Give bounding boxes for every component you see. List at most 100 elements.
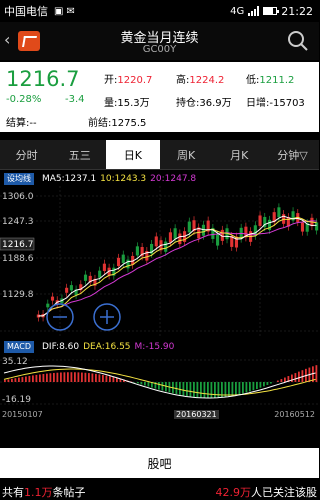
last-price: 1216.7 bbox=[6, 67, 80, 91]
macd-bar bbox=[189, 382, 192, 397]
macd-button[interactable]: MACD bbox=[4, 341, 34, 353]
macd-bar bbox=[186, 382, 188, 397]
candle-body bbox=[216, 234, 220, 246]
macd-bar bbox=[35, 374, 38, 382]
title-bar: ‹ 黄金当月连续 GC00Y bbox=[0, 22, 319, 60]
candle-body bbox=[277, 207, 281, 218]
prev-settlement-item: 前结:1275.5 bbox=[88, 118, 147, 129]
follower-count: 42.9万人已关注该股 bbox=[215, 486, 318, 499]
macd-bar bbox=[284, 377, 286, 382]
macd-bar bbox=[25, 376, 27, 382]
message-icon: ✉ bbox=[66, 5, 75, 17]
macd-bar bbox=[235, 382, 237, 396]
tab-minute[interactable]: 分钟▽ bbox=[266, 140, 319, 169]
macd-bar bbox=[210, 382, 213, 399]
candle-body bbox=[135, 246, 139, 256]
forum-button[interactable]: 股吧 bbox=[0, 448, 319, 478]
macd-chart[interactable]: 35.12 -16.19 bbox=[0, 354, 319, 412]
search-icon[interactable] bbox=[287, 30, 309, 52]
quote-panel: 1216.7 -0.28% -3.4 开:1220.7 高:1224.2 低:1… bbox=[0, 62, 319, 132]
post-count: 共有1.1万条帖子 bbox=[2, 486, 86, 499]
macd-bar bbox=[84, 372, 87, 382]
macd-bar bbox=[77, 372, 80, 382]
macd-bar bbox=[49, 373, 52, 382]
candle-body bbox=[98, 270, 102, 278]
macd-bar bbox=[242, 382, 244, 394]
instrument-code: GC00Y bbox=[142, 44, 177, 55]
y-axis-top-label: 1306.0 bbox=[2, 192, 34, 202]
macd-bar bbox=[60, 372, 62, 382]
macd-bar bbox=[231, 382, 234, 396]
tab-five-day[interactable]: 五三 bbox=[53, 140, 106, 169]
macd-legend: MACD DIF:8.60 DEA:16.55 M:-15.90 bbox=[0, 340, 319, 354]
candle-body bbox=[46, 303, 50, 308]
candle-body bbox=[154, 236, 158, 247]
image-icon: ▣ bbox=[54, 5, 64, 17]
tab-intraday[interactable]: 分时 bbox=[0, 140, 53, 169]
macd-bar bbox=[109, 376, 111, 382]
macd-bar bbox=[39, 374, 41, 382]
macd-top-label: 35.12 bbox=[2, 357, 28, 367]
macd-bar bbox=[252, 382, 255, 391]
macd-bar bbox=[67, 372, 69, 382]
macd-bar bbox=[263, 382, 265, 387]
candle-body bbox=[116, 257, 121, 267]
candle-body bbox=[315, 222, 319, 231]
candle-body bbox=[258, 215, 262, 226]
change-percent: -0.28% bbox=[6, 94, 42, 105]
macd-bar bbox=[298, 371, 300, 382]
dif-value: DIF:8.60 bbox=[41, 342, 80, 352]
macd-bar bbox=[98, 374, 101, 382]
candle-body bbox=[173, 228, 177, 239]
macd-bar bbox=[182, 382, 185, 396]
macd-bar bbox=[266, 382, 269, 385]
macd-bar bbox=[70, 372, 73, 382]
macd-bar bbox=[280, 379, 283, 382]
date-end: 20160512 bbox=[274, 410, 315, 419]
macd-bar bbox=[179, 382, 181, 395]
macd-bar bbox=[11, 378, 13, 382]
macd-bar bbox=[28, 375, 31, 382]
tab-daily-k[interactable]: 日K bbox=[106, 140, 160, 169]
macd-bar bbox=[161, 382, 164, 391]
macd-bar bbox=[88, 373, 90, 382]
tab-monthly-k[interactable]: 月K bbox=[213, 140, 266, 169]
candlestick-chart[interactable]: 1306.0 1247.3 1216.7 1188.6 1129.8 bbox=[0, 186, 319, 338]
macd-bar bbox=[238, 382, 241, 395]
candle-body bbox=[102, 263, 106, 272]
low-item: 低:1211.2 bbox=[246, 75, 295, 86]
macd-bar bbox=[214, 382, 216, 398]
macd-bar bbox=[291, 374, 293, 382]
macd-bar bbox=[18, 377, 20, 382]
macd-m-value: M:-15.90 bbox=[134, 342, 175, 352]
daily-increase-item: 日增:-15703 bbox=[246, 98, 305, 109]
candle-body bbox=[83, 274, 88, 281]
set-ma-button[interactable]: 设均线 bbox=[4, 173, 34, 185]
signal-icon bbox=[248, 6, 260, 16]
candle-body bbox=[121, 254, 125, 264]
date-start: 20150107 bbox=[2, 410, 43, 419]
y-axis-bottom-label: 1129.8 bbox=[2, 290, 34, 300]
settlement-item: 结算:-- bbox=[6, 118, 37, 129]
macd-bar bbox=[95, 373, 97, 382]
candle-body bbox=[126, 259, 130, 269]
macd-bar bbox=[63, 372, 66, 382]
macd-bar bbox=[144, 382, 146, 386]
period-tabs: 分时 五三 日K 周K 月K 分钟▽ bbox=[0, 140, 319, 170]
zoom-in-button[interactable] bbox=[93, 303, 121, 331]
date-axis: 20150107 20160321 20160512 bbox=[0, 408, 319, 422]
dea-value: DEA:16.55 bbox=[83, 342, 131, 352]
candle-body bbox=[178, 233, 182, 245]
volume-item: 量:15.3万 bbox=[104, 98, 150, 109]
candle-body bbox=[187, 221, 191, 233]
macd-bar bbox=[32, 375, 34, 382]
macd-bar bbox=[7, 379, 10, 382]
macd-bar bbox=[4, 379, 6, 382]
high-item: 高:1224.2 bbox=[176, 75, 225, 86]
tab-weekly-k[interactable]: 周K bbox=[160, 140, 213, 169]
macd-bar bbox=[217, 382, 220, 398]
candle-body bbox=[300, 222, 305, 232]
macd-bar bbox=[315, 365, 318, 382]
macd-bar bbox=[294, 373, 297, 382]
macd-bar bbox=[140, 382, 143, 385]
